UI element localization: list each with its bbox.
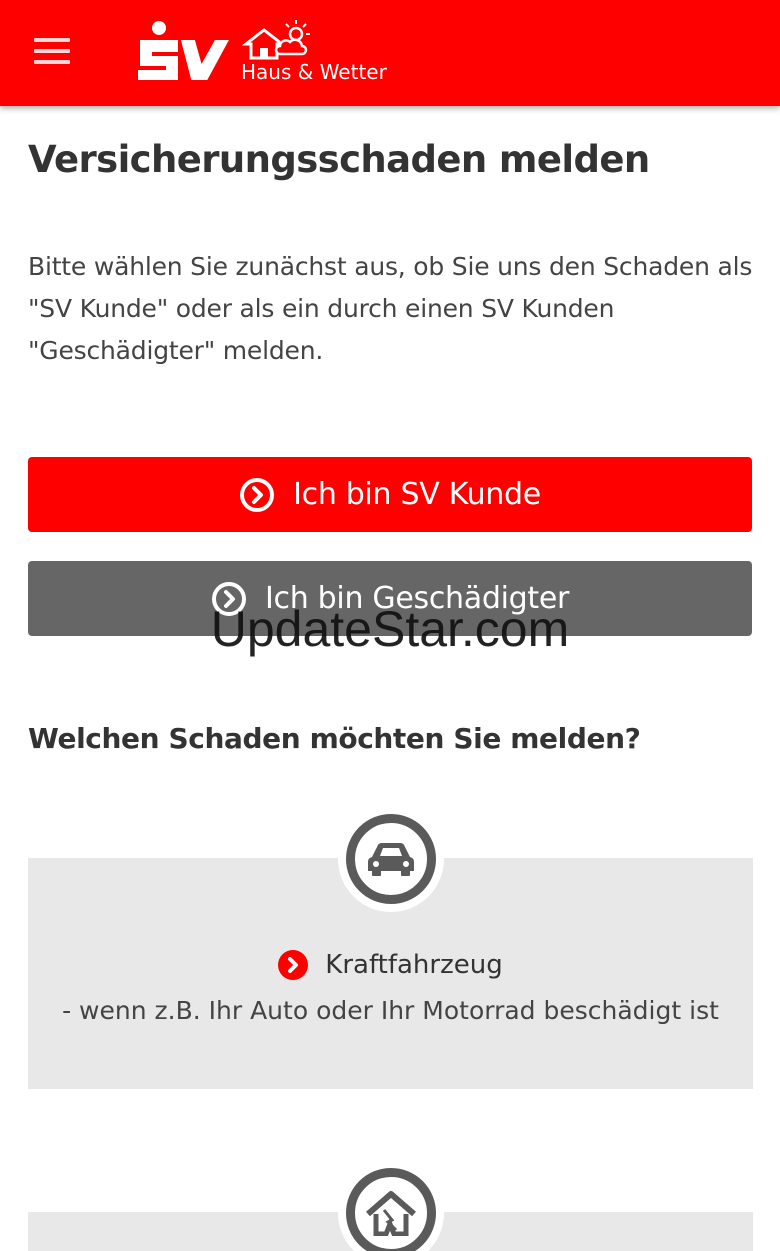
app-subtitle: Haus & Wetter	[241, 60, 387, 84]
section-title: Welchen Schaden möchten Sie melden?	[28, 722, 641, 755]
injured-party-button-label: Ich bin Geschädigter	[264, 581, 570, 616]
injured-party-button[interactable]: Ich bin Geschädigter	[28, 561, 752, 636]
damaged-house-icon-badge	[338, 1160, 444, 1251]
app-header: Haus & Wetter	[0, 0, 780, 106]
sv-logo: Haus & Wetter	[134, 18, 394, 88]
chevron-circle-right-icon	[211, 581, 246, 616]
sv-customer-button[interactable]: Ich bin SV Kunde	[28, 457, 752, 532]
damaged-house-icon	[366, 1191, 416, 1236]
chevron-circle-right-icon	[240, 477, 275, 512]
damage-card-vehicle-label: Kraftfahrzeug	[325, 950, 503, 980]
hamburger-menu-icon[interactable]	[34, 38, 72, 68]
intro-text: Bitte wählen Sie zunächst aus, ob Sie un…	[28, 252, 753, 365]
car-icon-badge	[338, 806, 444, 912]
page-title: Versicherungsschaden melden	[28, 138, 650, 181]
damage-card-vehicle-link[interactable]: Kraftfahrzeug	[28, 950, 753, 980]
car-icon	[368, 843, 414, 876]
sv-customer-button-label: Ich bin SV Kunde	[293, 477, 541, 512]
chevron-right-red-icon	[278, 950, 309, 980]
damage-card-vehicle-description: - wenn z.B. Ihr Auto oder Ihr Motorrad b…	[62, 996, 719, 1025]
